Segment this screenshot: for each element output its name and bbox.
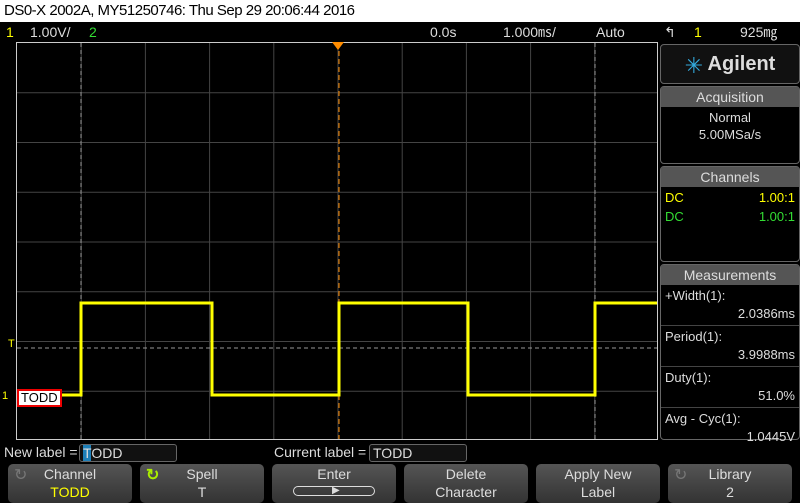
rotate-knob-icon: ↻ [14,467,28,484]
acquisition-panel[interactable]: Acquisition Normal 5.00MSa/s [660,86,800,164]
channels-header: Channels [661,167,799,187]
channel-label: TODD [17,389,62,407]
trigger-level[interactable]: 925㎎ [740,22,777,42]
time-scale[interactable]: 1.000㎳/ [503,22,556,42]
probe-ratio: 1.00:1 [758,190,795,205]
acquisition-header: Acquisition [661,87,799,107]
ground-marker[interactable]: 1 [2,390,8,402]
softkey-library[interactable]: ↻ Library 2 [668,464,792,503]
agilent-spark-icon: ✳ [684,52,704,78]
enter-arrow-icon: ▶ [293,485,375,496]
time-offset[interactable]: 0.0s [430,22,456,42]
softkey-value: Label [580,484,616,500]
title-bar: DS0-X 2002A, MY51250746: Thu Sep 29 20:0… [0,0,800,22]
softkey-value: T [197,484,207,500]
trigger-position-marker[interactable] [332,42,344,50]
probe-ratio: 1.00:1 [758,209,795,224]
current-label-value: TODD [369,444,467,462]
softkey-apply-new-label[interactable]: Apply New Label [536,464,660,503]
measurement-value: 51.0% [758,388,795,403]
softkey-value: Character [435,484,497,500]
right-panel: ✳ Agilent Acquisition Normal 5.00MSa/s C… [660,44,800,444]
measurement-item: Duty(1): 51.0% [661,366,799,407]
softkey-spell[interactable]: ↻ Spell T [140,464,264,503]
channels-panel[interactable]: Channels DC 1.00:1 DC 1.00:1 [660,166,800,262]
ch1-scale[interactable]: 1.00V/ [30,22,70,42]
softkey-enter[interactable]: Enter ▶ [272,464,396,503]
channel-2-row: DC 1.00:1 [661,208,799,225]
trigger-mode[interactable]: Auto [596,22,625,42]
softkey-label: Delete [445,466,487,482]
measurement-label: Period(1): [665,329,723,344]
ch1-indicator[interactable]: 1 [6,22,14,42]
ch2-indicator[interactable]: 2 [89,22,97,42]
channel-1-row: DC 1.00:1 [661,189,799,206]
measurement-item: Period(1): 3.9988ms [661,325,799,366]
rising-edge-icon: ↰ [664,24,676,40]
brand-logo: ✳ Agilent [660,44,800,84]
softkey-value: 2 [726,484,734,500]
new-label-text: New label = [4,444,78,460]
trigger-level-marker[interactable]: T [8,338,15,350]
measurements-header: Measurements [661,265,799,285]
measurement-label: Duty(1): [665,370,712,385]
sample-rate: 5.00MSa/s [698,127,762,142]
softkey-delete-character[interactable]: Delete Character [404,464,528,503]
coupling: DC [665,209,684,224]
softkey-label: Enter [317,466,351,482]
measurement-value: 2.0386ms [737,306,795,321]
measurements-panel[interactable]: Measurements +Width(1): 2.0386ms Period(… [660,264,800,444]
coupling: DC [665,190,684,205]
softkey-label: Apply New [564,466,632,482]
current-label-text: Current label = [274,444,367,460]
acquisition-mode: Normal [709,110,751,125]
measurement-item: +Width(1): 2.0386ms [661,285,799,325]
softkey-value: TODD [50,484,90,500]
rotate-knob-icon: ↻ [674,467,688,484]
measurement-label: +Width(1): [665,288,726,303]
rotate-knob-icon: ↻ [146,467,160,484]
status-bar: 1 1.00V/ 2 0.0s 1.000㎳/ Auto ↰ 1 925㎎ [0,22,800,42]
channel-1-waveform [17,301,657,397]
waveform-display[interactable] [16,42,658,440]
new-label-input[interactable]: TODD [79,444,177,462]
trigger-source[interactable]: 1 [694,22,702,42]
measurement-label: Avg - Cyc(1): [665,411,741,426]
softkey-channel[interactable]: ↻ Channel TODD [8,464,132,503]
measurement-value: 3.9988ms [737,347,795,362]
new-label-rest: ODD [91,445,123,461]
softkey-area: New label = TODD Current label = TODD ↻ C… [0,442,800,503]
